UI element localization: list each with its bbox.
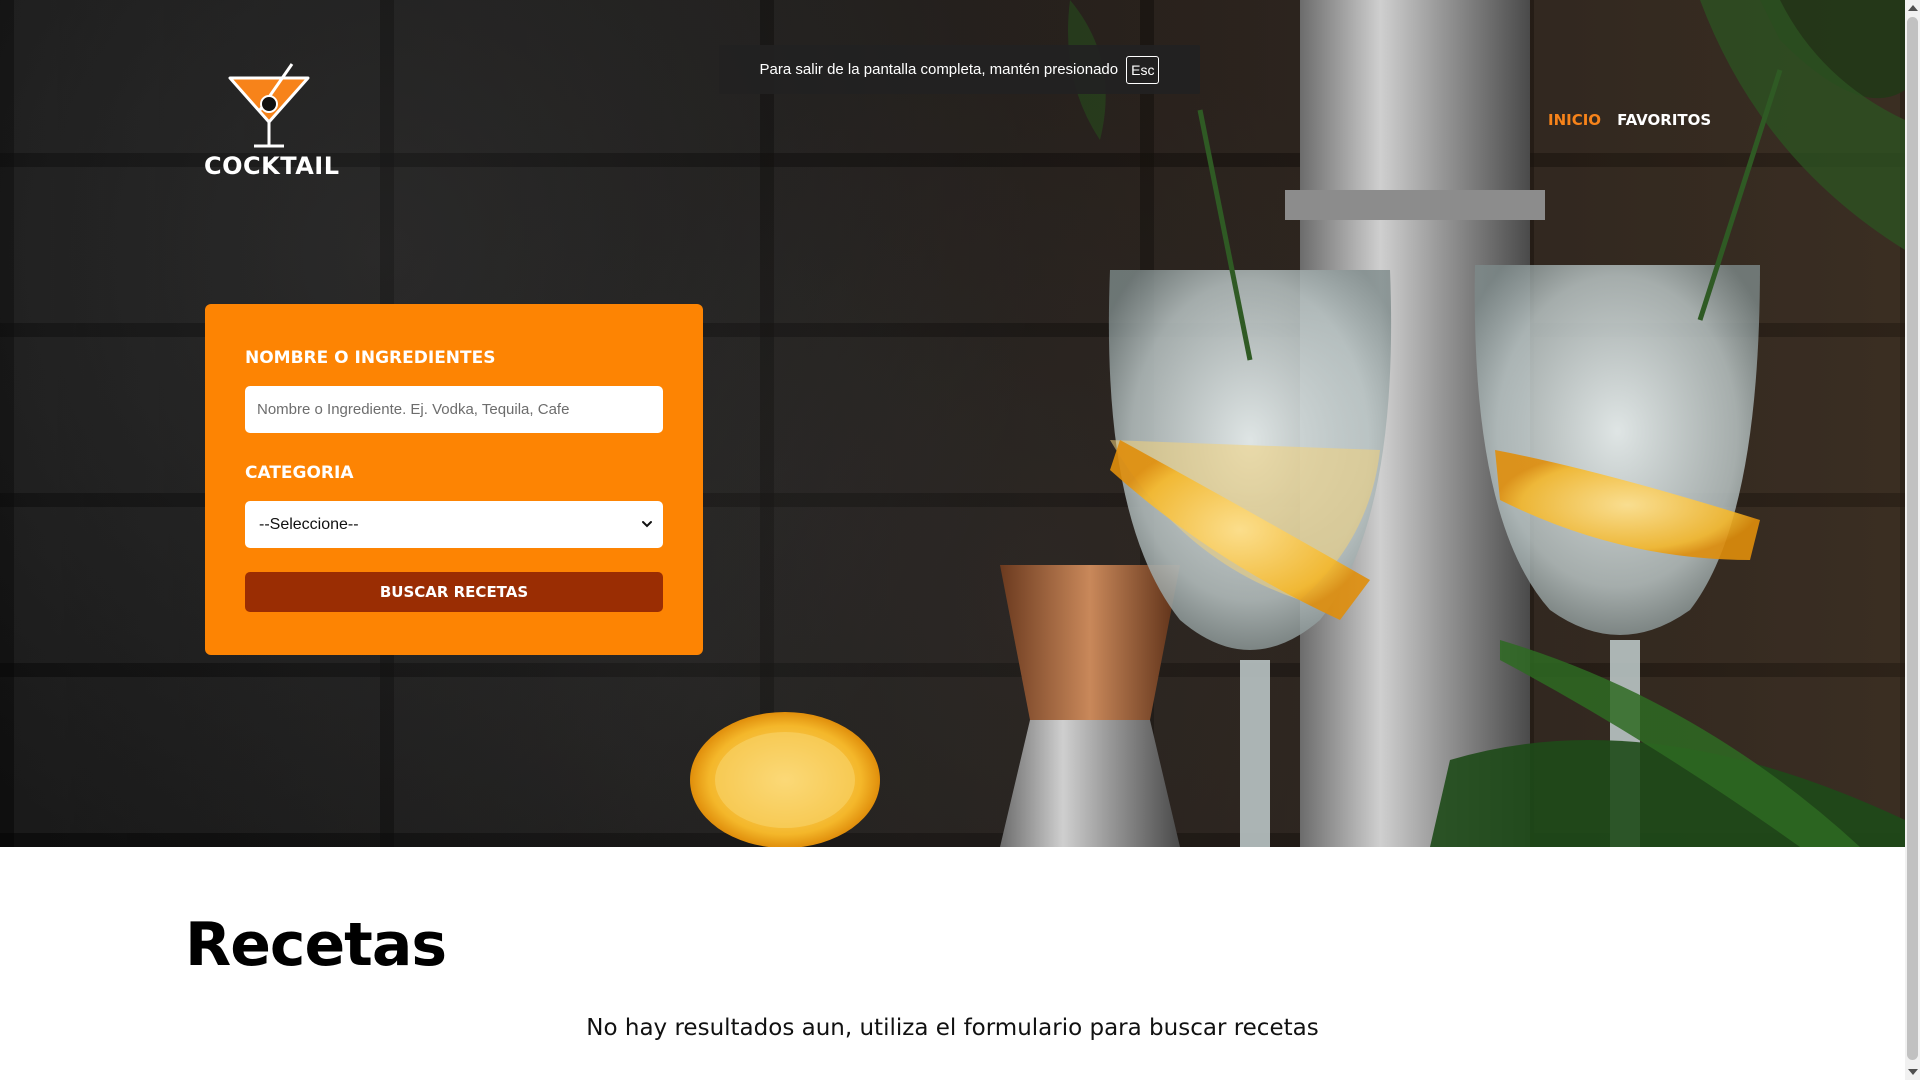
main-nav: Inicio Favoritos	[1548, 111, 1711, 129]
nav-link-inicio[interactable]: Inicio	[1548, 111, 1601, 129]
category-field-label: Categoria	[245, 463, 354, 483]
name-ingredient-input[interactable]	[245, 386, 663, 433]
name-field-label: Nombre o Ingredientes	[245, 348, 496, 368]
category-selected-value: --Seleccione--	[259, 515, 359, 533]
scroll-up-arrow-icon[interactable]	[1908, 5, 1918, 11]
esc-key-badge: Esc	[1126, 55, 1160, 84]
hero-banner: COCKTAIL Inicio Favoritos Para salir de …	[0, 0, 1905, 847]
logo-text: COCKTAIL	[204, 152, 340, 180]
vertical-scrollbar[interactable]	[1905, 0, 1920, 1080]
site-logo[interactable]: COCKTAIL	[204, 62, 340, 180]
cocktail-glass-icon	[228, 63, 310, 148]
fullscreen-notice-text: Para salir de la pantalla completa, mant…	[759, 61, 1119, 78]
nav-link-favoritos[interactable]: Favoritos	[1617, 111, 1711, 129]
search-recipes-button[interactable]: Buscar Recetas	[245, 572, 663, 612]
category-select[interactable]: --Seleccione--	[245, 501, 663, 548]
fullscreen-exit-notice: Para salir de la pantalla completa, mant…	[719, 45, 1200, 94]
chevron-down-icon	[642, 521, 652, 528]
empty-results-message: No hay resultados aun, utiliza el formul…	[586, 1015, 1319, 1041]
scrollbar-thumb[interactable]	[1907, 17, 1918, 1060]
results-title: Recetas	[185, 910, 447, 980]
scroll-down-arrow-icon[interactable]	[1908, 1069, 1918, 1075]
search-form: Nombre o Ingredientes Categoria --Selecc…	[205, 304, 703, 655]
